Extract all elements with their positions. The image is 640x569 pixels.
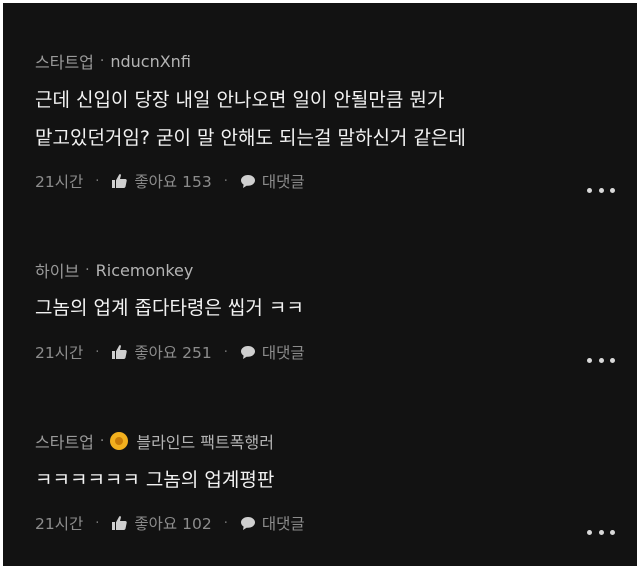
comment-text: 그놈의 업계 좁다타령은 씹거 ㅋㅋ xyxy=(35,289,625,327)
more-options-button[interactable] xyxy=(587,354,615,366)
like-button[interactable]: 좋아요 102 xyxy=(134,512,211,534)
more-options-button[interactable] xyxy=(587,184,615,196)
meta-separator: · xyxy=(223,344,228,360)
speech-bubble-icon xyxy=(240,174,256,189)
thumbs-up-icon[interactable] xyxy=(111,344,128,360)
author-separator: · xyxy=(85,262,90,278)
nickname: 블라인드 팩트폭행러 xyxy=(136,433,274,452)
author-separator: · xyxy=(99,433,105,449)
company-name: 스타트업 xyxy=(35,53,94,72)
comment-line: 맡고있던거임? 굳이 말 안해도 되는걸 말하신거 같은데 xyxy=(35,127,466,149)
speech-bubble-icon xyxy=(240,516,256,531)
comment-list: 스타트업 · nducnXnfi 근데 신입이 당장 내일 안나오면 일이 안될… xyxy=(3,3,637,566)
thumbs-up-icon[interactable] xyxy=(111,515,128,531)
reply-label: 대댓글 xyxy=(261,344,305,362)
meta-separator: · xyxy=(95,515,100,531)
comment-text: ㅋㅋㅋㅋㅋㅋ 그놈의 업계평판 xyxy=(35,461,625,499)
reply-button[interactable]: 대댓글 xyxy=(240,512,305,534)
author-separator: · xyxy=(99,53,105,69)
reply-label: 대댓글 xyxy=(261,515,305,533)
comment-line: ㅋㅋㅋㅋㅋㅋ 그놈의 업계평판 xyxy=(35,469,275,491)
company-name: 스타트업 xyxy=(35,433,94,452)
like-button[interactable]: 좋아요 251 xyxy=(134,341,211,363)
comment-line: 근데 신입이 당장 내일 안나오면 일이 안될만큼 뭔가 xyxy=(35,89,445,111)
speech-bubble-icon xyxy=(240,345,256,360)
reply-label: 대댓글 xyxy=(261,173,305,191)
more-options-button[interactable] xyxy=(587,526,615,538)
comment-author[interactable]: 하이브 · Ricemonkey xyxy=(35,258,193,282)
comment-meta: 21시간 · 좋아요 153 · 대댓글 xyxy=(35,169,305,193)
more-horizontal-icon xyxy=(587,357,592,363)
more-horizontal-icon xyxy=(587,187,592,193)
meta-separator: · xyxy=(223,173,228,189)
nickname: nducnXnfi xyxy=(110,51,191,71)
comment-text: 근데 신입이 당장 내일 안나오면 일이 안될만큼 뭔가 맡고있던거임? 굳이 … xyxy=(35,81,625,157)
nickname: Ricemonkey xyxy=(95,260,194,280)
timestamp: 21시간 xyxy=(35,515,84,533)
meta-separator: · xyxy=(95,173,100,189)
meta-separator: · xyxy=(95,344,100,360)
like-button[interactable]: 좋아요 153 xyxy=(134,170,211,192)
meta-separator: · xyxy=(223,515,228,531)
more-horizontal-icon xyxy=(587,529,592,535)
comment-line: 그놈의 업계 좁다타령은 씹거 ㅋㅋ xyxy=(35,297,304,319)
comment-meta: 21시간 · 좋아요 251 · 대댓글 xyxy=(35,340,305,364)
timestamp: 21시간 xyxy=(35,344,84,362)
comment-meta: 21시간 · 좋아요 102 · 대댓글 xyxy=(35,511,305,535)
reply-button[interactable]: 대댓글 xyxy=(240,341,305,363)
thumbs-up-icon[interactable] xyxy=(111,173,128,189)
comment-author[interactable]: 스타트업 · nducnXnfi xyxy=(35,49,191,73)
reply-button[interactable]: 대댓글 xyxy=(240,170,305,192)
comment-author[interactable]: 스타트업 · 블라인드 팩트폭행러 xyxy=(35,429,274,453)
gold-badge-icon xyxy=(110,432,129,450)
timestamp: 21시간 xyxy=(35,173,84,191)
company-name: 하이브 xyxy=(35,262,80,281)
